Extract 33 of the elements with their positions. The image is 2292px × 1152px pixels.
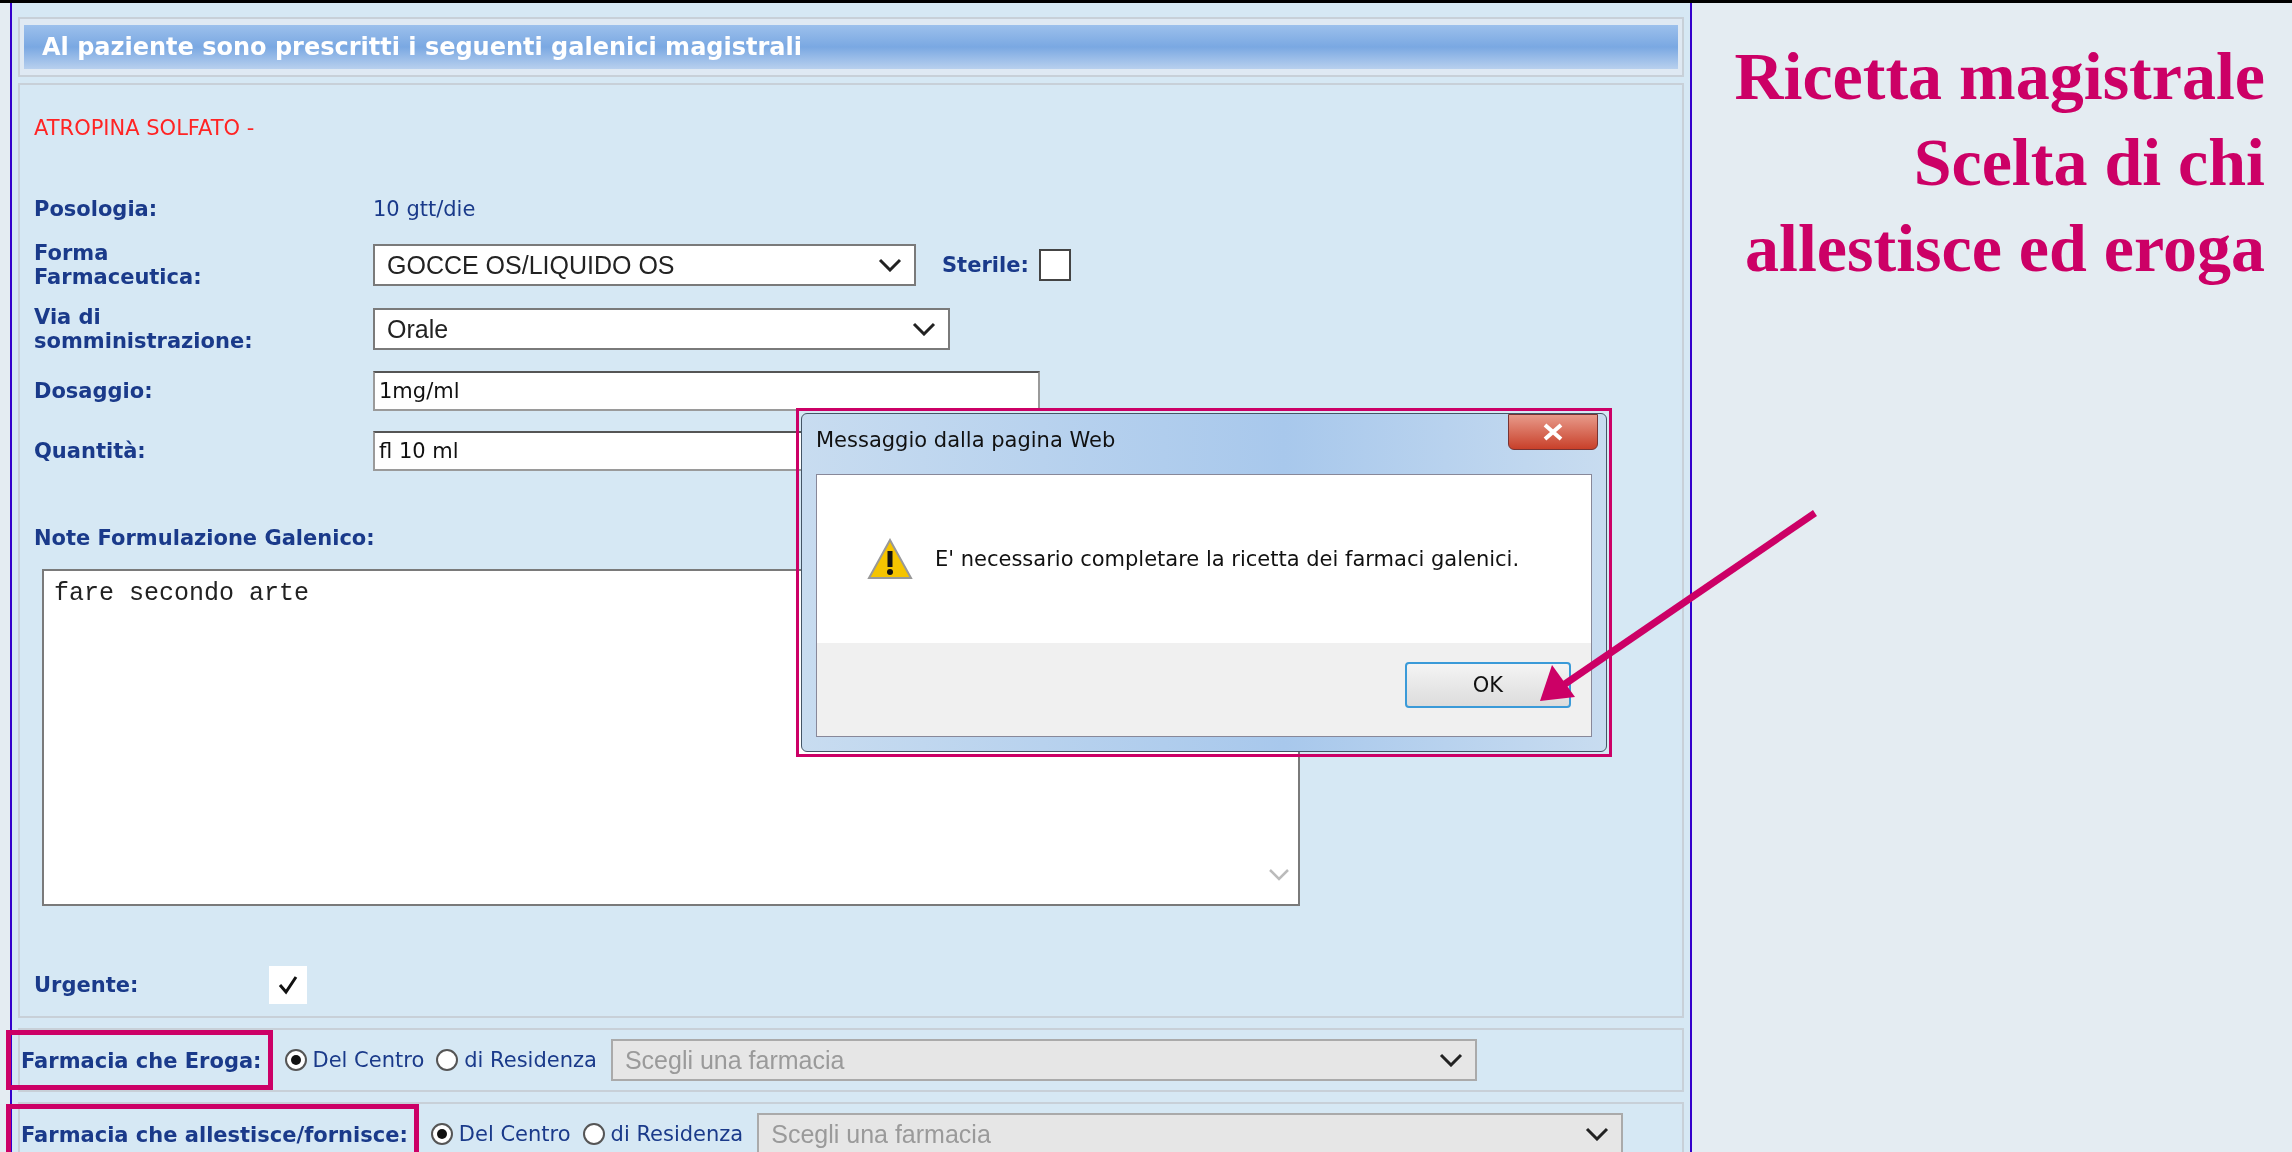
field-label: Via di somministrazione:: [34, 305, 254, 353]
caret-icon: [1438, 1053, 1463, 1067]
field-label: Dosaggio:: [34, 379, 154, 403]
caret-icon: [878, 258, 902, 272]
pharmacy-label: Farmacia che allestisce/fornisce:: [6, 1104, 419, 1152]
select-field[interactable]: GOCCE OS/LIQUIDO OS: [373, 244, 916, 286]
slide-title: Scelta di chi: [1913, 123, 2265, 202]
pharmacy-label: Farmacia che Eroga:: [6, 1030, 273, 1090]
panel-header: Al paziente sono prescritti i seguenti galenici magistrali: [24, 25, 1678, 69]
urgent-label: Urgente:: [34, 973, 140, 997]
radio-option[interactable]: di Residenza: [436, 1048, 597, 1072]
checkbox[interactable]: [1038, 249, 1071, 281]
caret-icon: [1585, 1127, 1610, 1141]
radio-option[interactable]: Del Centro: [284, 1048, 425, 1072]
ok-button[interactable]: OK: [1405, 662, 1571, 708]
checkmark-icon: [277, 974, 300, 996]
field-label: Posologia:: [34, 197, 159, 221]
sterile-label: Sterile:: [942, 253, 1029, 277]
dialog-message: E' necessario completare la ricetta dei farmaci galenici.: [935, 547, 1520, 571]
slide-title: Ricetta magistrale: [1734, 37, 2265, 116]
field-label: Quantità:: [34, 439, 147, 463]
close-button[interactable]: [1508, 414, 1598, 450]
radio-option[interactable]: di Residenza: [582, 1122, 744, 1146]
caret-icon: [912, 322, 936, 336]
warning-icon: [867, 538, 913, 580]
radio-option[interactable]: Del Centro: [430, 1122, 571, 1146]
field-value: 10 gtt/die: [373, 197, 476, 221]
drug-name: ATROPINA SOLFATO -: [34, 115, 256, 141]
select-field[interactable]: Orale: [373, 308, 950, 350]
field-label: Forma Farmaceutica:: [34, 241, 203, 289]
slide-title: allestisce ed eroga: [1745, 209, 2265, 288]
input-field[interactable]: 1mg/ml: [373, 371, 1040, 411]
notes-label: Note Formulazione Galenico:: [34, 525, 376, 552]
